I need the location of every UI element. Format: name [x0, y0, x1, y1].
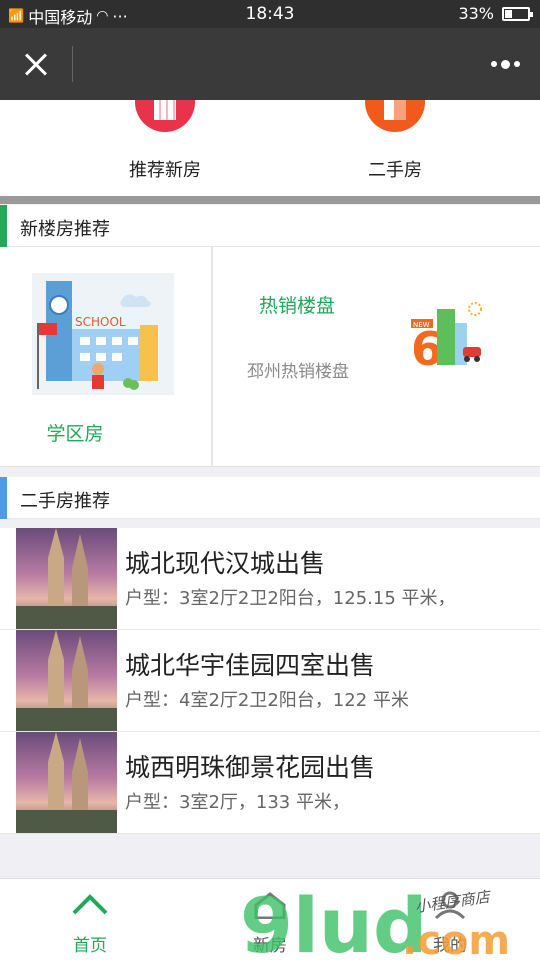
- user-icon: [434, 891, 466, 919]
- quick-nav-new-house[interactable]: 推荐新房: [90, 100, 240, 196]
- tab-new-house[interactable]: 新房: [180, 879, 360, 960]
- school-sign: SCHOOL: [75, 315, 126, 329]
- listing-thumbnail: [16, 528, 117, 629]
- tab-bar: 首页 新房 我的: [0, 878, 540, 960]
- tab-label: 新房: [253, 936, 287, 956]
- tab-label: 我的: [433, 936, 467, 956]
- listing-desc: 户型：3室2厅，133 平米，: [125, 792, 350, 813]
- tab-mine[interactable]: 我的: [360, 879, 540, 960]
- listing-desc: 户型：4室2厅2卫2阳台，122 平米: [125, 690, 409, 711]
- new-building-illustration: 6 NEW: [411, 302, 482, 373]
- listing-thumbnail: [16, 732, 117, 833]
- section-title: 新楼房推荐: [20, 219, 110, 240]
- quick-nav-second-hand[interactable]: 二手房: [320, 100, 470, 196]
- school-illustration: SCHOOL: [32, 273, 174, 395]
- listing-desc: 户型：3室2厅2卫2阳台，125.15 平米，: [125, 588, 456, 609]
- battery-percent: 33%: [458, 4, 494, 23]
- tab-home[interactable]: 首页: [0, 879, 180, 960]
- second-section-header: 二手房推荐: [0, 477, 540, 519]
- hot-sales-card[interactable]: 热销楼盘 邳州热销楼盘 6 NEW: [215, 247, 540, 467]
- section-title: 二手房推荐: [20, 491, 110, 512]
- close-icon[interactable]: [14, 42, 58, 86]
- hot-sales-title: 热销楼盘: [259, 295, 336, 317]
- school-district-card[interactable]: SCHOOL 学区房: [0, 247, 213, 467]
- section-divider: [0, 196, 540, 204]
- battery-icon: [502, 6, 533, 21]
- new-section-header: 新楼房推荐: [0, 205, 540, 247]
- status-bar: 📶 中国移动 ◠ ··· 18:43 33%: [0, 0, 540, 28]
- more-icon[interactable]: [488, 54, 522, 74]
- listing-item[interactable]: 城北现代汉城出售 户型：3室2厅2卫2阳台，125.15 平米，: [0, 528, 540, 630]
- quick-nav-label: 推荐新房: [129, 160, 201, 181]
- listing-item[interactable]: 城西明珠御景花园出售 户型：3室2厅，133 平米，: [0, 732, 540, 834]
- building-icon: [135, 100, 195, 132]
- quick-nav-label: 二手房: [368, 160, 422, 181]
- tab-label: 首页: [73, 936, 107, 956]
- hot-sales-subtitle: 邳州热销楼盘: [247, 362, 349, 382]
- listing-item[interactable]: 城北华宇佳园四室出售 户型：4室2厅2卫2阳台，122 平米: [0, 630, 540, 732]
- new-badge: NEW: [413, 321, 430, 329]
- listing-thumbnail: [16, 630, 117, 731]
- home-chevron-icon: [72, 894, 108, 915]
- listing-title: 城西明珠御景花园出售: [125, 753, 376, 782]
- section-accent: [0, 205, 7, 247]
- section-accent: [0, 477, 7, 519]
- new-section-panel: SCHOOL 学区房 热销楼盘 邳州热销楼盘 6 NEW: [0, 247, 540, 467]
- page-content[interactable]: 推荐新房 二手房 新楼房推荐 SCHOOL 学区房 热销楼盘 邳州热销楼盘 6 …: [0, 100, 540, 878]
- listing-title: 城北现代汉城出售: [125, 549, 326, 578]
- school-district-label: 学区房: [46, 423, 104, 445]
- listing-title: 城北华宇佳园四室出售: [125, 651, 376, 680]
- new-house-icon: [254, 892, 286, 919]
- title-divider: [72, 46, 73, 82]
- house-icon: [365, 100, 425, 132]
- quick-nav: 推荐新房 二手房: [0, 100, 540, 196]
- title-bar: [0, 28, 540, 100]
